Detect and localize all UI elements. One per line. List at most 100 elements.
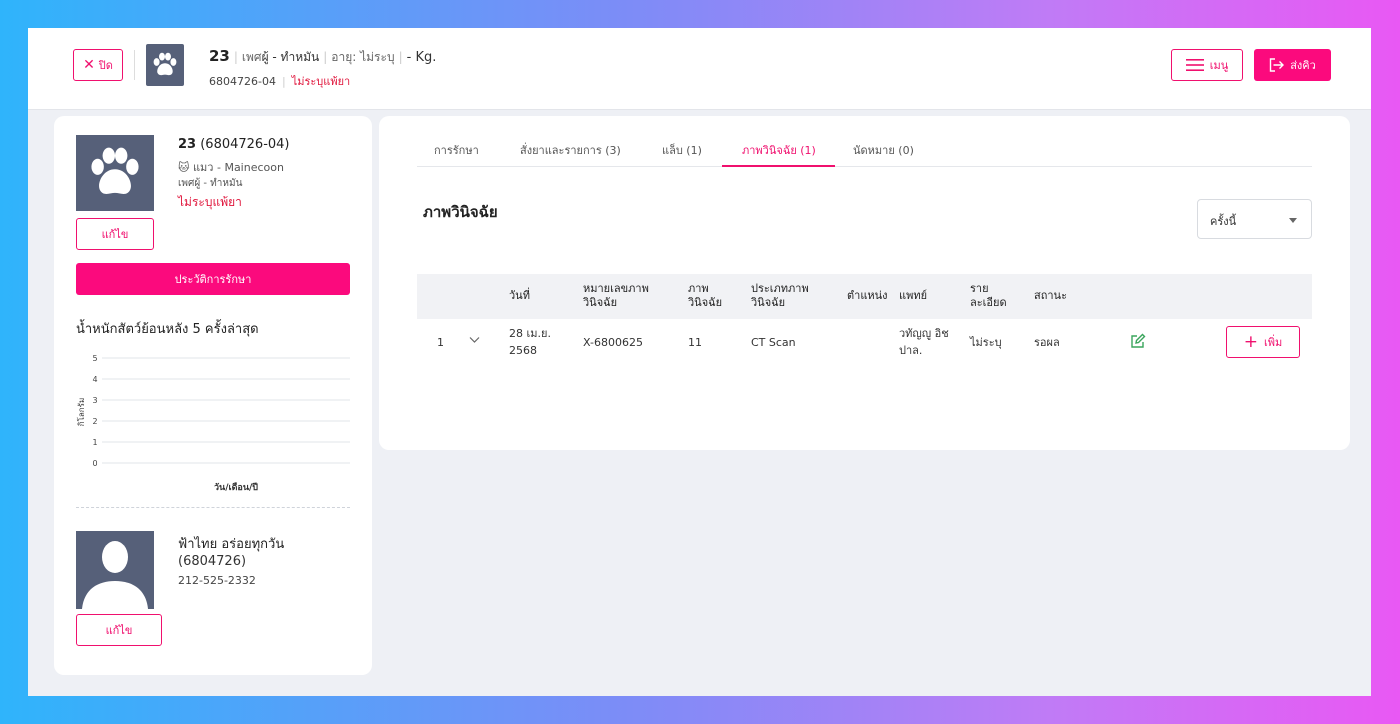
pet-name: 23 (6804726-04): [178, 137, 290, 152]
send-queue-label: ส่งคิว: [1290, 59, 1316, 72]
visit-filter-select[interactable]: ครั้งนี้: [1197, 199, 1312, 239]
pet-breed-text: แมว - Mainecoon: [192, 161, 284, 174]
tab-treatment[interactable]: การรักษา: [434, 141, 479, 159]
edit-icon[interactable]: [1130, 333, 1146, 354]
owner-avatar: [76, 531, 154, 609]
chart-ytick-label: 3: [92, 396, 97, 405]
row-date-line2: 2568: [509, 344, 537, 357]
weight-chart-title: น้ำหนักสัตว์ย้อนหลัง 5 ครั้งล่าสุด: [76, 322, 259, 337]
chart-ylabel: กิโลกรัม: [76, 398, 86, 427]
top-header: ✕ ปิด 23 | เพศผู้ - ทำหมัน | อายุ: ไม่ระบุ | -…: [28, 28, 1371, 110]
th-type-line1: ประเภทภาพ: [751, 282, 809, 295]
header-allergy: ไม่ระบุแพ้ยา: [291, 75, 351, 88]
th-image-no: หมายเลขภาพ วินิจฉัย: [583, 282, 649, 310]
active-tab-indicator: [722, 165, 835, 167]
th-image-line2: วินิจฉัย: [688, 296, 723, 309]
row-detail: ไม่ระบุ: [970, 336, 1002, 349]
header-pet-number: 23: [209, 47, 230, 65]
th-doctor: แพทย์: [899, 289, 928, 302]
header-pet-meta: 6804726-04 | ไม่ระบุแพ้ยา: [209, 75, 351, 88]
chart-ytick-label: 4: [92, 375, 97, 384]
tab-orders[interactable]: สั่งยาและรายการ (3): [520, 141, 621, 159]
menu-button[interactable]: เมนู: [1171, 49, 1243, 81]
th-status: สถานะ: [1034, 289, 1067, 302]
tab-appointments[interactable]: นัดหมาย (0): [853, 141, 914, 159]
row-date: 28 เม.ย. 2568: [509, 325, 551, 359]
close-button[interactable]: ✕ ปิด: [73, 49, 123, 81]
row-image: 11: [688, 336, 702, 349]
th-type-line2: วินิจฉัย: [751, 296, 786, 309]
th-image-no-line2: วินิจฉัย: [583, 296, 618, 309]
cat-icon: 🐱: [178, 161, 190, 174]
header-divider: [134, 50, 135, 80]
paw-icon: [91, 147, 139, 194]
owner-id: (6804726): [178, 554, 247, 569]
chart-ytick-label: 0: [92, 459, 97, 468]
send-queue-button[interactable]: ส่งคิว: [1254, 49, 1331, 81]
app-window: ✕ ปิด 23 | เพศผู้ - ทำหมัน | อายุ: ไม่ระบุ | -…: [28, 28, 1371, 696]
hamburger-icon: [1185, 59, 1204, 71]
th-image-no-line1: หมายเลขภาพ: [583, 282, 649, 295]
owner-name: ฟ้าไทย อร่อยทุกวัน: [178, 537, 285, 552]
th-position: ตำแหน่ง: [847, 289, 888, 302]
row-date-line1: 28 เม.ย.: [509, 327, 551, 340]
add-button[interactable]: + เพิ่ม: [1226, 326, 1300, 358]
row-doctor-line1: วทัญญู อิช: [899, 327, 949, 340]
close-label: ปิด: [98, 59, 113, 72]
edit-owner-button[interactable]: แก้ไข: [76, 614, 162, 646]
row-doctor-line2: ปาล.: [899, 344, 923, 357]
tab-bar: การรักษา สั่งยาและรายการ (3) แล็บ (1) ภา…: [417, 134, 1312, 167]
table-header: วันที่ หมายเลขภาพ วินิจฉัย ภาพ วินิจฉัย …: [417, 274, 1312, 319]
person-icon: [82, 541, 148, 609]
pet-allergy: ไม่ระบุแพ้ยา: [178, 195, 242, 209]
close-icon: ✕: [83, 57, 95, 73]
pet-name-number: 23: [178, 137, 197, 152]
treatment-history-button[interactable]: ประวัติการรักษา: [76, 263, 350, 295]
pet-code: (6804726-04): [200, 137, 290, 152]
tab-diagnostic-images[interactable]: ภาพวินิจฉัย (1): [742, 141, 816, 159]
section-title: ภาพวินิจฉัย: [423, 203, 498, 221]
diagnostic-images-card: การรักษา สั่งยาและรายการ (3) แล็บ (1) ภา…: [379, 116, 1350, 450]
row-type: CT Scan: [751, 336, 796, 349]
chart-ytick-label: 1: [92, 438, 97, 447]
pet-breed: 🐱 แมว - Mainecoon: [178, 158, 284, 176]
edit-pet-button[interactable]: แก้ไข: [76, 218, 154, 250]
header-age: อายุ: ไม่ระบุ: [331, 50, 395, 64]
row-status: รอผล: [1034, 336, 1060, 349]
row-image-no: X-6800625: [583, 336, 643, 349]
pet-avatar: [76, 135, 154, 211]
th-date: วันที่: [509, 289, 530, 302]
chart-xlabel: วัน/เดือน/ปี: [214, 481, 258, 493]
chart-ytick-label: 5: [92, 354, 97, 363]
section-divider: [76, 507, 350, 508]
add-label: เพิ่ม: [1263, 336, 1283, 349]
plus-icon: +: [1243, 331, 1258, 352]
tab-lab[interactable]: แล็บ (1): [662, 141, 702, 159]
caret-down-icon: [1289, 218, 1297, 223]
th-image-line1: ภาพ: [688, 282, 709, 295]
chart-ytick-label: 2: [92, 417, 97, 426]
header-sex-value: ผู้ - ทำหมัน: [261, 50, 320, 64]
header-sex-label: เพศ: [241, 50, 262, 64]
sign-out-icon: [1269, 58, 1285, 72]
pet-profile-card: 23 (6804726-04) 🐱 แมว - Mainecoon เพศผู้…: [54, 116, 372, 675]
menu-label: เมนู: [1209, 59, 1229, 72]
th-type: ประเภทภาพ วินิจฉัย: [751, 282, 809, 310]
weight-chart: กิโลกรัม วัน/เดือน/ปี 0 1 2 3 4 5: [72, 346, 352, 496]
row-index: 1: [437, 336, 444, 349]
weight-chart-svg: กิโลกรัม วัน/เดือน/ปี 0 1 2 3 4 5: [76, 354, 350, 493]
header-pet-summary: 23 | เพศผู้ - ทำหมัน | อายุ: ไม่ระบุ | - Kg.: [209, 47, 437, 65]
th-detail: ราย ละเอียด: [970, 282, 1007, 310]
th-image: ภาพ วินิจฉัย: [688, 282, 722, 310]
table-row: 1 28 เม.ย. 2568 X-6800625 11 CT Scan วทั…: [417, 319, 1312, 366]
header-pet-code: 6804726-04: [209, 75, 276, 88]
header-weight: - Kg.: [406, 50, 437, 65]
owner-phone: 212-525-2332: [178, 574, 256, 587]
th-detail-line1: ราย: [970, 282, 989, 295]
paw-icon: [146, 44, 184, 86]
visit-filter-value: ครั้งนี้: [1210, 215, 1237, 228]
row-doctor: วทัญญู อิช ปาล.: [899, 325, 949, 359]
pet-sex: เพศผู้ - ทำหมัน: [178, 178, 243, 189]
th-detail-line2: ละเอียด: [970, 296, 1007, 309]
row-expand-chevron-icon[interactable]: [469, 332, 480, 349]
